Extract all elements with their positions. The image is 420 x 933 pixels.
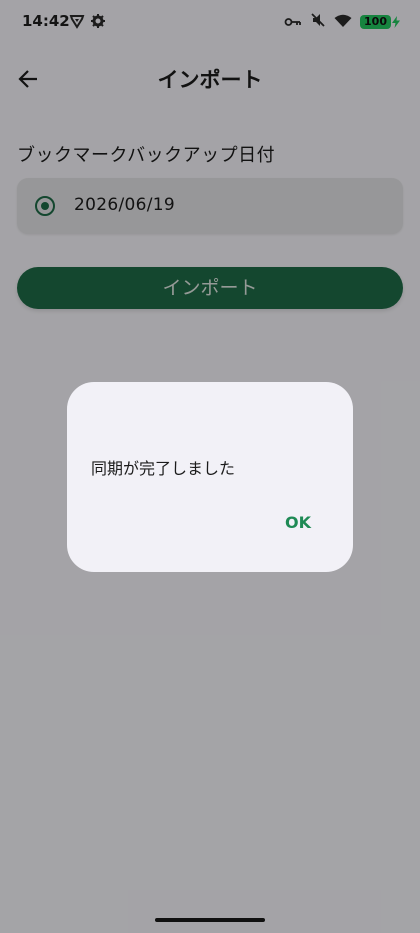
dialog-message: 同期が完了しました	[91, 459, 236, 478]
sync-complete-dialog: 同期が完了しました OK	[67, 382, 353, 572]
home-indicator[interactable]	[155, 918, 265, 922]
ok-button[interactable]: OK	[278, 508, 318, 538]
